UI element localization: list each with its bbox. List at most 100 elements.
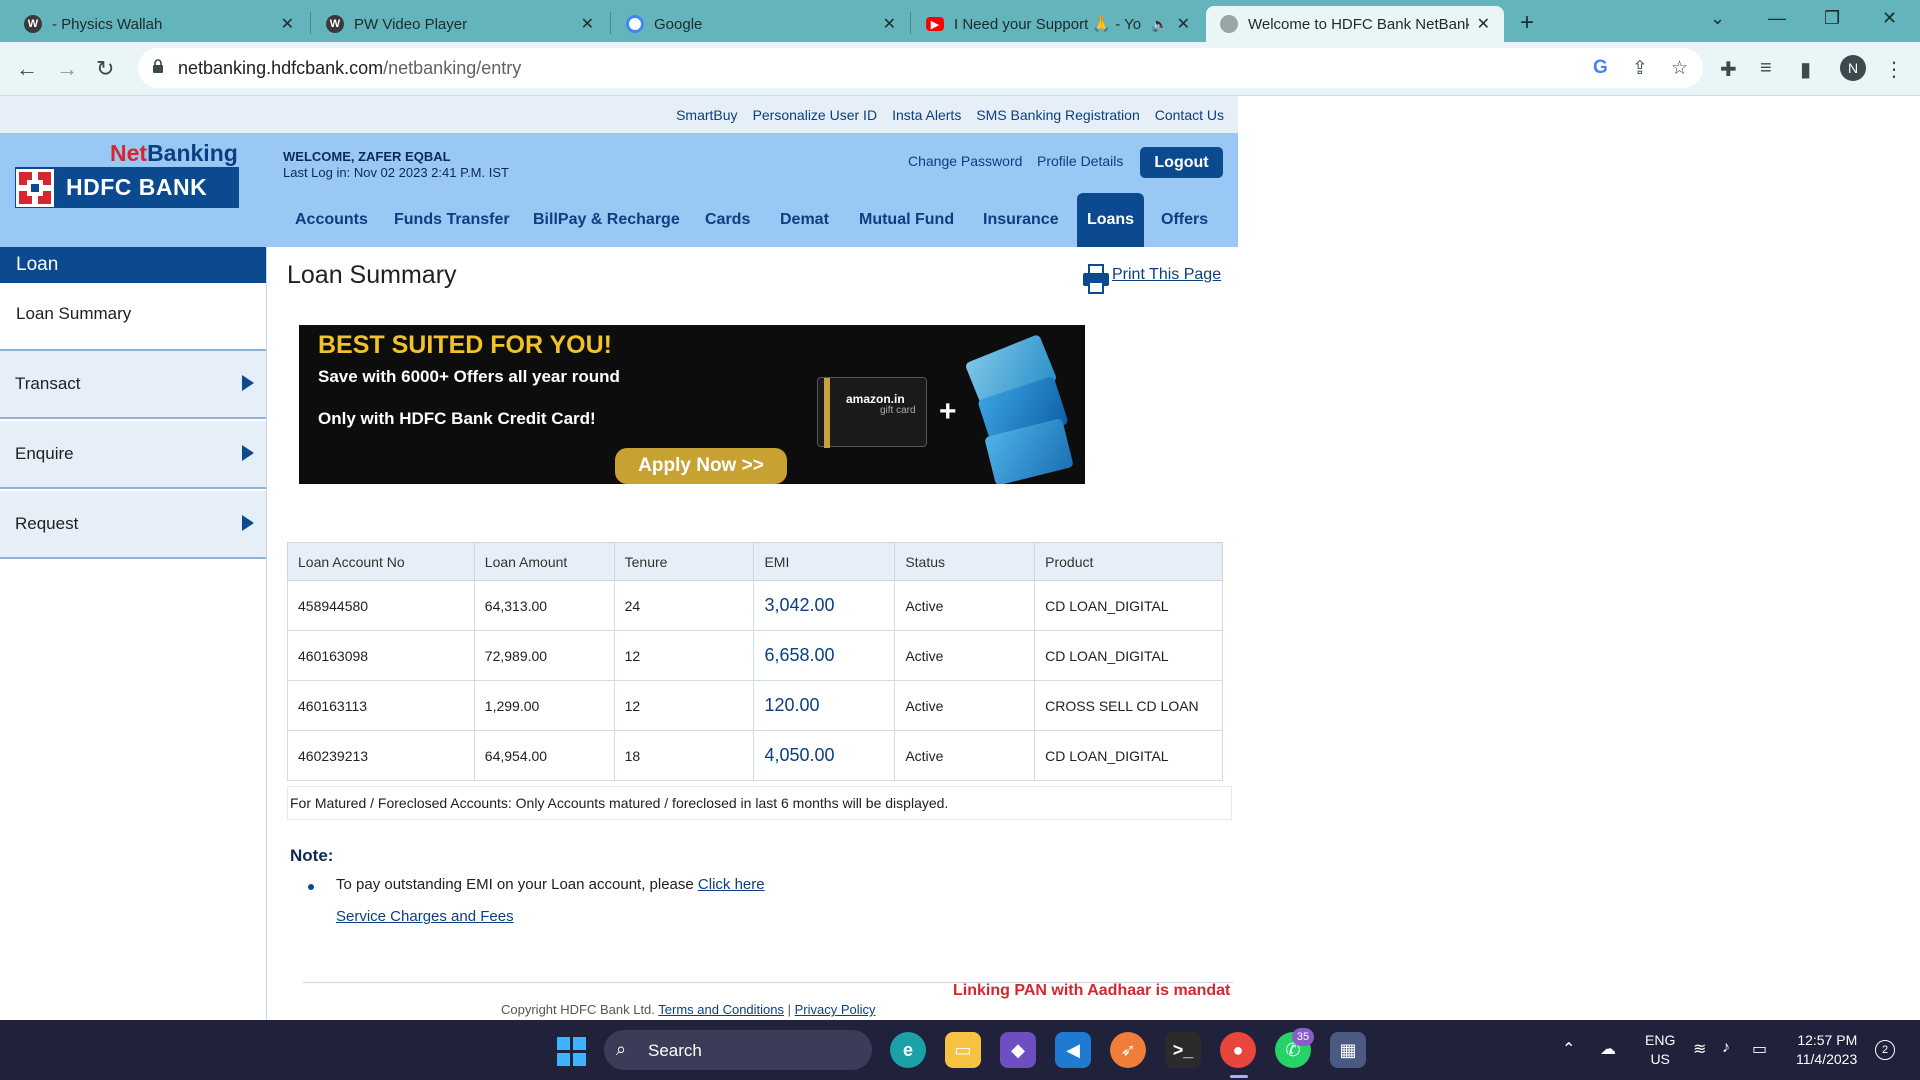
edge-icon[interactable]: e [890,1032,926,1068]
reload-icon[interactable]: ↻ [96,56,114,82]
terminal-icon[interactable]: >_ [1165,1032,1201,1068]
page-title: Loan Summary [287,261,457,289]
taskbar-search-box[interactable]: ⌕ Search [604,1030,872,1070]
nav-loans[interactable]: Loans [1077,193,1144,247]
sidebar-item-loan-summary[interactable]: Loan Summary [16,304,131,324]
apply-now-button[interactable]: Apply Now >> [615,448,787,484]
wifi-icon[interactable]: ≋ [1693,1039,1706,1059]
site-header: NetBanking HDFC BANK WELCOME, ZAFER EQBA… [0,133,1238,247]
change-password-link[interactable]: Change Password [908,153,1022,169]
chrome-icon[interactable]: ● [1220,1032,1256,1068]
close-tab-icon[interactable]: ✕ [281,14,294,34]
link-insta-alerts[interactable]: Insta Alerts [892,107,961,123]
forward-arrow-icon[interactable]: → [56,56,78,82]
left-sidebar: Loan Loan Summary Transact Enquire Reque… [0,247,267,1020]
lock-icon [153,59,163,73]
wordpress-icon: W [326,15,344,33]
globe-icon [1220,15,1238,33]
sidebar-item-request[interactable]: Request [0,491,266,559]
tab-separator [610,12,611,34]
triangle-right-icon [242,515,254,531]
col-product: Product [1034,542,1223,581]
profile-avatar[interactable]: N [1840,55,1866,81]
service-charges-link[interactable]: Service Charges and Fees [336,908,514,925]
battery-icon[interactable]: ▭ [1752,1039,1767,1059]
extensions-icon[interactable]: ✚ [1720,57,1737,82]
last-login-text: Last Log in: Nov 02 2023 2:41 P.M. IST [283,165,509,180]
tab-google[interactable]: Google ✕ [612,6,910,42]
note-text: To pay outstanding EMI on your Loan acco… [336,876,765,893]
close-tab-icon[interactable]: ✕ [1477,14,1490,34]
link-smartbuy[interactable]: SmartBuy [676,107,737,123]
windows-taskbar: ⌕ Search e ▭ ◆ ◀ ➶ >_ ● ✆ 35 ▦ ⌃ ☁ ENG US… [0,1020,1920,1080]
hdfc-bank-logo[interactable]: HDFC BANK [15,167,239,208]
kebab-menu-icon[interactable]: ⋮ [1884,57,1904,82]
address-bar[interactable]: netbanking.hdfcbank.com/netbanking/entry… [138,48,1703,88]
close-tab-icon[interactable]: ✕ [581,14,594,34]
sidebar-item-transact[interactable]: Transact [0,351,266,419]
col-status: Status [894,542,1036,581]
google-icon [626,15,644,33]
calculator-icon[interactable]: ▦ [1330,1032,1366,1068]
nav-cards[interactable]: Cards [705,193,750,247]
copyright-text: Copyright HDFC Bank Ltd. Terms and Condi… [501,1002,876,1017]
tab-search-chevron-icon[interactable]: ⌄ [1710,8,1725,29]
vscode-icon[interactable]: ◀ [1055,1032,1091,1068]
visual-studio-icon[interactable]: ◆ [1000,1032,1036,1068]
plus-icon: + [939,395,957,428]
restore-button[interactable]: ❐ [1824,8,1840,29]
tab-hdfc-netbanking[interactable]: Welcome to HDFC Bank NetBanki ✕ [1206,6,1504,42]
profile-details-link[interactable]: Profile Details [1037,153,1123,169]
credit-card-offer-banner[interactable]: BEST SUITED FOR YOU! Save with 6000+ Off… [299,325,1085,484]
link-contact-us[interactable]: Contact Us [1155,107,1224,123]
notification-badge[interactable]: 2 [1875,1040,1895,1060]
top-utility-links: SmartBuy Personalize User ID Insta Alert… [0,96,1238,133]
windows-start-icon[interactable] [557,1037,587,1067]
printer-icon[interactable] [1082,263,1110,295]
close-window-button[interactable]: ✕ [1882,8,1897,29]
nav-billpay-recharge[interactable]: BillPay & Recharge [533,193,680,247]
close-tab-icon[interactable]: ✕ [1177,14,1190,34]
tab-pw-video-player[interactable]: W PW Video Player ✕ [312,6,608,42]
table-header-row: Loan Account No Loan Amount Tenure EMI S… [287,542,1223,581]
chevron-up-icon[interactable]: ⌃ [1562,1039,1575,1059]
link-personalize-user-id[interactable]: Personalize User ID [753,107,878,123]
logout-button[interactable]: Logout [1140,147,1223,178]
back-arrow-icon[interactable]: ← [16,56,38,82]
tab-youtube[interactable]: ▶ I Need your Support 🙏 - Yo 🔈 ✕ [912,6,1204,42]
nav-demat[interactable]: Demat [780,193,829,247]
bookmark-star-icon[interactable]: ☆ [1671,57,1688,80]
system-clock[interactable]: 12:57 PM 11/4/2023 [1796,1031,1857,1069]
link-sms-banking[interactable]: SMS Banking Registration [976,107,1139,123]
minimize-button[interactable]: — [1768,8,1786,29]
table-row: 458944580 64,313.00 24 3,042.00 Active C… [287,580,1223,631]
whatsapp-badge: 35 [1292,1028,1314,1046]
cloud-offline-icon[interactable]: ☁ [1600,1039,1616,1059]
mute-icon[interactable]: 🔈 [1151,16,1168,33]
table-row: 460239213 64,954.00 18 4,050.00 Active C… [287,730,1223,781]
new-tab-button[interactable]: + [1520,9,1534,37]
media-queue-icon[interactable]: ≡ [1760,57,1772,80]
print-page-link[interactable]: Print This Page [1112,266,1221,284]
terms-link[interactable]: Terms and Conditions [658,1002,784,1017]
url-text: netbanking.hdfcbank.com/netbanking/entry [178,58,522,78]
tab-physics-wallah[interactable]: W - Physics Wallah ✕ [10,6,308,42]
nav-insurance[interactable]: Insurance [983,193,1059,247]
postman-icon[interactable]: ➶ [1110,1032,1146,1068]
netbanking-page: SmartBuy Personalize User ID Insta Alert… [0,96,1920,1020]
google-lens-icon[interactable]: G [1593,57,1608,79]
share-icon[interactable]: ⇪ [1632,57,1648,80]
file-explorer-icon[interactable]: ▭ [945,1032,981,1068]
nav-funds-transfer[interactable]: Funds Transfer [394,193,510,247]
nav-accounts[interactable]: Accounts [295,193,368,247]
nav-offers[interactable]: Offers [1161,193,1208,247]
col-emi: EMI [753,542,896,581]
click-here-link[interactable]: Click here [698,876,765,893]
nav-mutual-fund[interactable]: Mutual Fund [859,193,954,247]
privacy-policy-link[interactable]: Privacy Policy [795,1002,876,1017]
volume-icon[interactable]: ♪ [1722,1039,1730,1057]
sidebar-item-enquire[interactable]: Enquire [0,421,266,489]
language-indicator[interactable]: ENG US [1645,1031,1675,1069]
close-tab-icon[interactable]: ✕ [883,14,896,34]
side-panel-icon[interactable]: ▮ [1800,57,1811,82]
